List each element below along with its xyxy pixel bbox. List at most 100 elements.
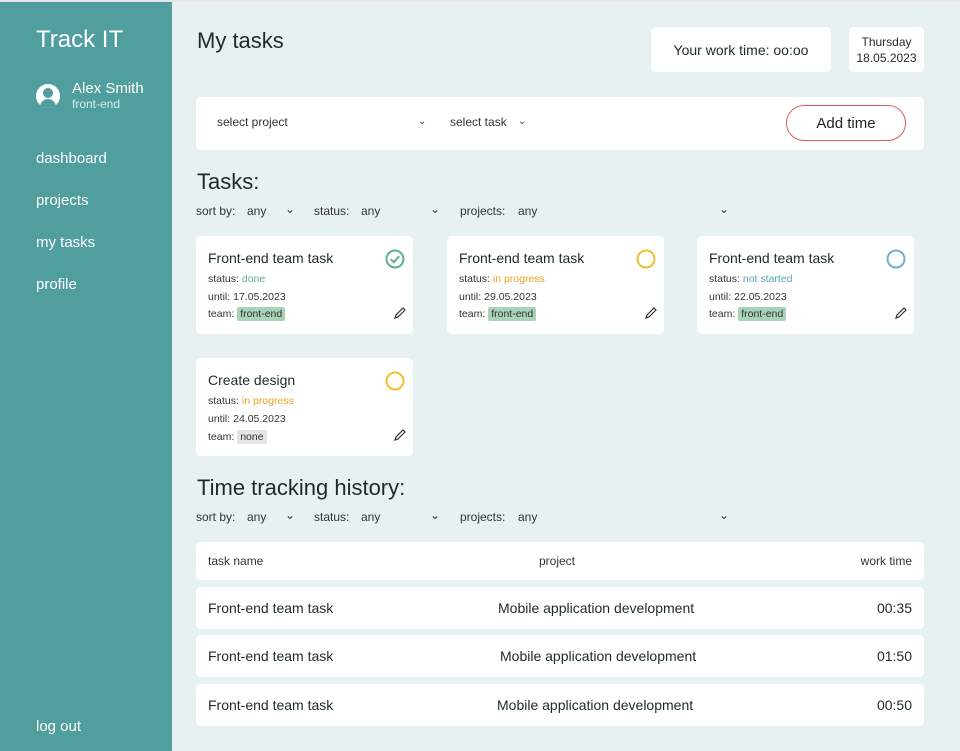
work-time-display: Your work time: oo:oo <box>651 27 831 72</box>
status-label: status: <box>208 273 239 285</box>
task-title: Create design <box>208 372 296 388</box>
task-title: Front-end team task <box>208 250 334 266</box>
row-project: Mobile application development <box>497 697 694 713</box>
status-label: status: <box>459 273 490 285</box>
sort-select[interactable]: any <box>247 510 266 524</box>
status-value: done <box>241 273 266 285</box>
pencil-icon[interactable] <box>393 428 407 442</box>
add-time-button[interactable]: Add time <box>786 105 906 141</box>
status-select[interactable]: any <box>361 510 380 524</box>
history-filters: sort by: any ⌄ status: any ⌄ projects: a… <box>196 508 736 526</box>
chevron-down-icon[interactable]: ⌄ <box>430 202 440 216</box>
until-label: until: <box>709 291 732 303</box>
select-project-dropdown[interactable]: select project <box>217 115 288 129</box>
status-select[interactable]: any <box>361 204 380 218</box>
pencil-icon[interactable] <box>393 306 407 320</box>
row-project: Mobile application development <box>500 648 697 664</box>
sort-select[interactable]: any <box>247 204 266 218</box>
task-status: status: not started <box>709 273 792 285</box>
sort-label: sort by: <box>196 510 236 524</box>
select-task-dropdown[interactable]: select task <box>450 115 507 129</box>
team-tag: front-end <box>488 307 537 321</box>
chevron-down-icon[interactable]: ⌄ <box>418 116 426 127</box>
status-label: status: <box>709 273 740 285</box>
table-row[interactable]: Front-end team task Mobile application d… <box>196 684 924 726</box>
row-time: 00:50 <box>876 697 912 713</box>
date-value: 18.05.2023 <box>856 50 917 65</box>
chevron-down-icon[interactable]: ⌄ <box>719 202 729 216</box>
projects-select[interactable]: any <box>518 510 537 524</box>
task-team: team: front-end <box>709 307 787 321</box>
sidebar-item-profile[interactable]: profile <box>36 274 107 316</box>
task-card[interactable]: Create design status: in progress until:… <box>196 358 413 456</box>
row-task: Front-end team task <box>208 697 334 713</box>
pencil-icon[interactable] <box>894 306 908 320</box>
column-work-time: work time <box>860 554 912 568</box>
sidebar-item-dashboard[interactable]: dashboard <box>36 148 107 190</box>
history-heading: Time tracking history: <box>197 475 406 500</box>
chevron-down-icon[interactable]: ⌄ <box>285 202 295 216</box>
until-value: 24.05.2023 <box>233 413 286 425</box>
projects-select[interactable]: any <box>518 204 537 218</box>
user-role: front-end <box>72 97 121 111</box>
chevron-down-icon[interactable]: ⌄ <box>719 508 729 522</box>
status-label: status: <box>208 395 239 407</box>
task-until: until: 24.05.2023 <box>208 413 286 425</box>
history-table-header: task name project work time <box>196 542 924 580</box>
team-label: team: <box>459 308 486 320</box>
status-value: in progress <box>241 395 294 407</box>
until-label: until: <box>208 413 231 425</box>
circle-icon[interactable] <box>385 371 405 391</box>
chevron-down-icon[interactable]: ⌄ <box>430 508 440 522</box>
task-team: team: front-end <box>208 307 286 321</box>
task-until: until: 29.05.2023 <box>459 291 537 303</box>
until-value: 22.05.2023 <box>734 291 787 303</box>
until-value: 17.05.2023 <box>233 291 286 303</box>
logout-link[interactable]: log out <box>36 718 81 735</box>
sort-label: sort by: <box>196 204 236 218</box>
column-task-name: task name <box>208 554 264 568</box>
row-time: 01:50 <box>876 648 912 664</box>
until-label: until: <box>208 291 231 303</box>
team-tag: front-end <box>738 307 787 321</box>
status-label: status: <box>314 204 350 218</box>
status-label: status: <box>314 510 350 524</box>
tasks-heading: Tasks: <box>197 169 260 194</box>
row-time: 00:35 <box>876 600 912 616</box>
circle-icon[interactable] <box>636 249 656 269</box>
sidebar-item-my-tasks[interactable]: my tasks <box>36 232 107 274</box>
sidebar-nav: dashboard projects my tasks profile <box>36 148 107 316</box>
projects-label: projects: <box>460 510 506 524</box>
team-label: team: <box>208 308 235 320</box>
chevron-down-icon[interactable]: ⌄ <box>518 116 526 127</box>
circle-icon[interactable] <box>886 249 906 269</box>
user-name: Alex Smith <box>72 80 144 97</box>
task-title: Front-end team task <box>709 250 835 266</box>
user-profile[interactable]: Alex Smith front-end <box>36 80 144 111</box>
sidebar-item-projects[interactable]: projects <box>36 190 107 232</box>
team-tag: none <box>237 430 267 444</box>
task-status: status: in progress <box>208 395 294 407</box>
task-card[interactable]: Front-end team task status: done until: … <box>196 236 413 334</box>
until-label: until: <box>459 291 482 303</box>
row-project: Mobile application development <box>498 600 695 616</box>
task-card[interactable]: Front-end team task status: not started … <box>697 236 914 334</box>
task-card[interactable]: Front-end team task status: in progress … <box>447 236 664 334</box>
task-team: team: front-end <box>459 307 537 321</box>
chevron-down-icon[interactable]: ⌄ <box>285 508 295 522</box>
table-row[interactable]: Front-end team task Mobile application d… <box>196 587 924 629</box>
date-display: Thursday 18.05.2023 <box>849 27 924 72</box>
team-label: team: <box>709 308 736 320</box>
task-until: until: 22.05.2023 <box>709 291 787 303</box>
brand-logo: Track IT <box>36 26 124 53</box>
time-entry-toolbar: select project ⌄ select task ⌄ Add time <box>196 97 924 150</box>
status-value: not started <box>742 273 793 285</box>
pencil-icon[interactable] <box>644 306 658 320</box>
task-team: team: none <box>208 430 267 444</box>
check-circle-icon[interactable] <box>385 249 405 269</box>
table-row[interactable]: Front-end team task Mobile application d… <box>196 635 924 677</box>
row-task: Front-end team task <box>208 600 334 616</box>
team-tag: front-end <box>237 307 286 321</box>
tasks-filters: sort by: any ⌄ status: any ⌄ projects: a… <box>196 202 736 220</box>
row-task: Front-end team task <box>208 648 334 664</box>
